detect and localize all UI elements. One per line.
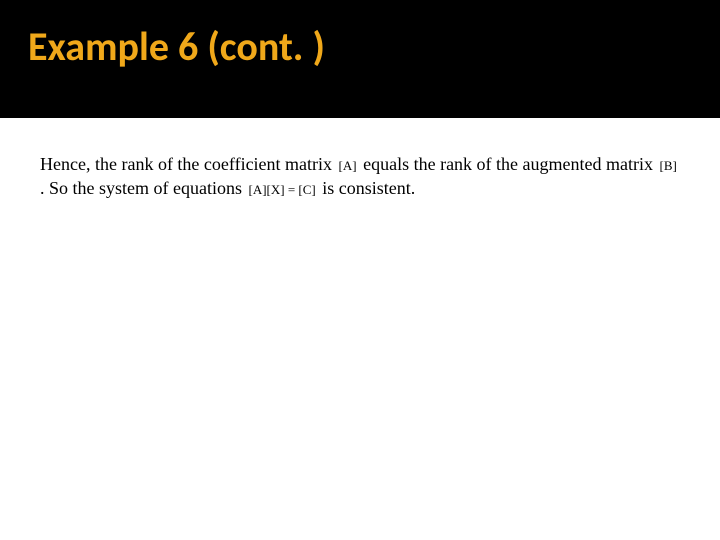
slide-body: Hence, the rank of the coefficient matri… [0,118,720,201]
text-segment-4: is consistent. [322,178,415,198]
math-matrix-B: [B] [658,158,679,173]
text-segment-3: . So the system of equations [40,178,246,198]
body-paragraph: Hence, the rank of the coefficient matri… [40,152,680,201]
slide-header: Example 6 (cont. ) [0,0,720,118]
text-segment-1: Hence, the rank of the coefficient matri… [40,154,337,174]
text-segment-2: equals the rank of the augmented matrix [363,154,657,174]
math-equation-AXC: [A][X] = [C] [246,182,317,197]
slide-title: Example 6 (cont. ) [28,22,720,71]
math-matrix-A: [A] [337,158,359,173]
